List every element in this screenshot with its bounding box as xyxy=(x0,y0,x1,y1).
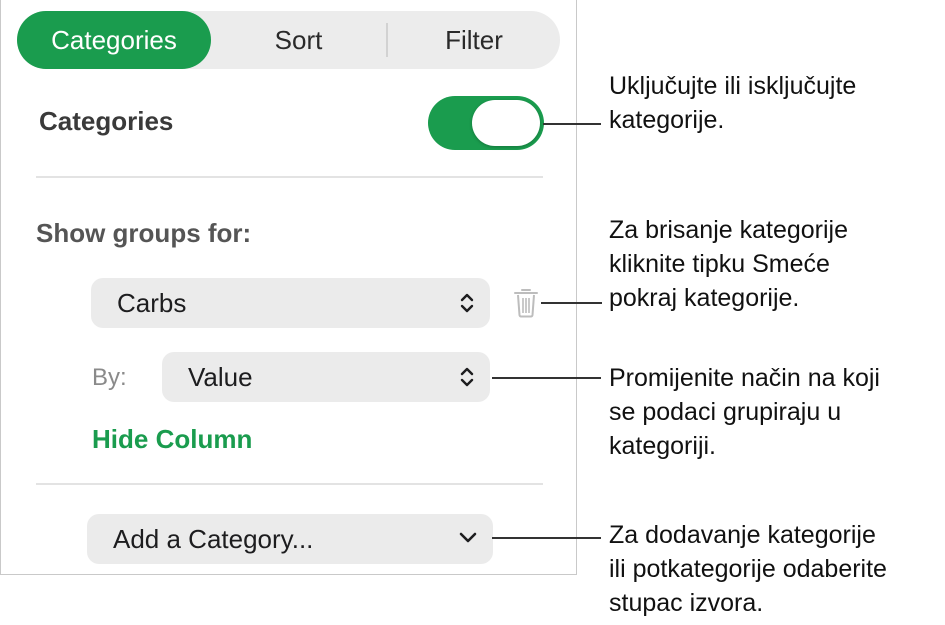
callout-toggle-categories: Uključujte ili isključujte kategorije. xyxy=(609,72,857,134)
chevron-down-icon xyxy=(459,531,477,550)
hide-column-link[interactable]: Hide Column xyxy=(92,424,252,455)
tab-categories[interactable]: Categories xyxy=(17,11,211,69)
group-by-popup-value: Value xyxy=(188,362,253,392)
add-category-label: Add a Category... xyxy=(113,524,314,554)
toggle-knob xyxy=(472,100,540,146)
callout-line xyxy=(492,377,601,379)
chevron-up-down-icon xyxy=(460,291,474,320)
divider xyxy=(36,176,543,178)
inspector-panel: Categories Sort Filter Categories Show g… xyxy=(0,0,577,575)
trash-icon[interactable] xyxy=(513,286,539,323)
callout-change-grouping: Promijenite način na koji se podaci grup… xyxy=(609,364,880,460)
divider xyxy=(36,483,543,485)
categories-toggle[interactable] xyxy=(428,96,544,150)
group-by-popup[interactable]: Value xyxy=(162,352,490,402)
segmented-control: Categories Sort Filter xyxy=(17,11,560,69)
column-popup[interactable]: Carbs xyxy=(91,278,490,328)
callout-add-category: Za dodavanje kategorije ili potkategorij… xyxy=(609,521,887,617)
tab-filter[interactable]: Filter xyxy=(388,11,560,69)
add-category-popup[interactable]: Add a Category... xyxy=(87,514,493,564)
chevron-up-down-icon xyxy=(460,365,474,394)
by-label: By: xyxy=(92,364,127,391)
callout-delete-category: Za brisanje kategorije kliknite tipku Sm… xyxy=(609,216,849,312)
callout-line xyxy=(541,302,602,304)
column-popup-value: Carbs xyxy=(117,288,187,318)
categories-label: Categories xyxy=(39,106,174,136)
tab-sort[interactable]: Sort xyxy=(211,11,386,69)
show-groups-label: Show groups for: xyxy=(36,218,252,248)
callout-line xyxy=(543,123,601,125)
callout-line xyxy=(492,537,601,539)
